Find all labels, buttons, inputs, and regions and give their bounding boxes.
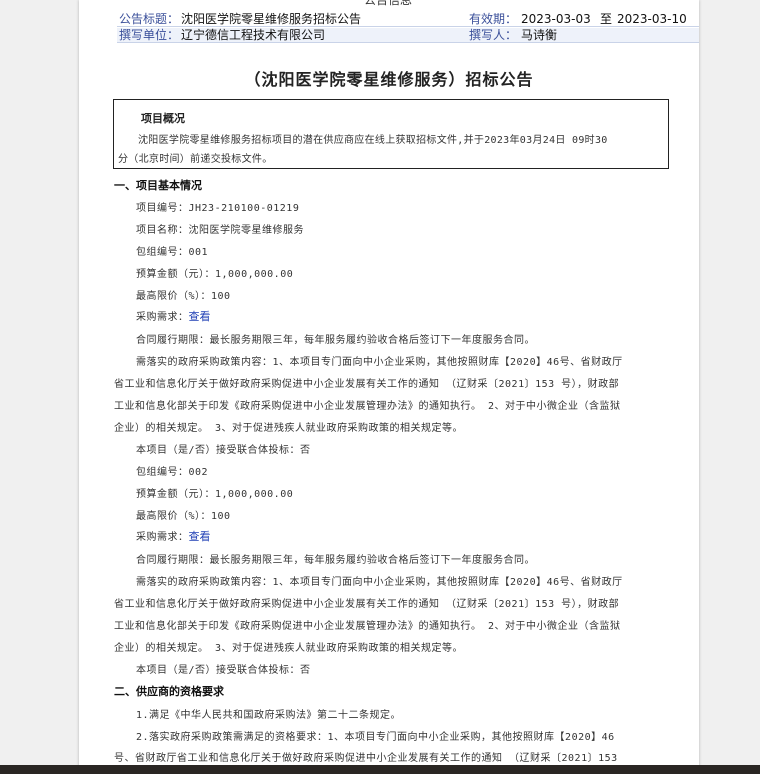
pkg1-number: 包组编号：001: [136, 247, 209, 258]
unit-label: 撰写单位：: [119, 28, 180, 42]
pkg1-policy-line-3: 工业和信息化部关于印发《政府采购促进中小企业发展管理办法》的通知执行。 2、对于…: [114, 401, 621, 412]
pkg1-term: 合同履行期限：最长服务期限三年，每年服务履约验收合格后签订下一年度服务合同。: [136, 335, 535, 346]
project-name: 项目名称：沈阳医学院零星维修服务: [136, 225, 304, 236]
pkg2-policy-line-1: 需落实的政府采购政策内容：1、本项目专门面向中小企业采购，其他按照财库【2020…: [136, 577, 623, 588]
pkg1-policy-line-2: 省工业和信息化厅关于做好政府采购促进中小企业发展有关工作的通知 （辽财采〔202…: [114, 379, 620, 390]
unit-value: 辽宁德信工程技术有限公司: [181, 28, 326, 42]
pkg2-budget: 预算金额（元）：1,000,000.00: [136, 489, 294, 500]
project-number: 项目编号：JH23-210100-01219: [136, 203, 300, 214]
section-2-heading: 二、供应商的资格要求: [114, 685, 224, 698]
window-bottom-bar: [0, 765, 760, 774]
pkg1-policy-line-4: 企业）的相关规定。 3、对于促进残疾人就业政府采购政策的相关规定等。: [114, 423, 464, 434]
section-1-heading: 一、项目基本情况: [114, 179, 202, 192]
valid-label: 有效期：: [469, 12, 518, 26]
valid-to: 2023-03-10: [617, 12, 687, 26]
pkg2-policy-line-3: 工业和信息化部关于印发《政府采购促进中小企业发展管理办法》的通知执行。 2、对于…: [114, 621, 621, 632]
pkg1-demand-label: 采购需求：: [136, 312, 189, 323]
qualification-item-2-line-1: 2.落实政府采购政策需满足的资格要求：1、本项目专门面向中小企业采购，其他按照财…: [136, 732, 615, 743]
author-value: 马诗衡: [521, 28, 558, 42]
pkg2-limit: 最高限价（%）：100: [136, 511, 231, 522]
pkg1-limit: 最高限价（%）：100: [136, 291, 231, 302]
qualification-item-2-line-2: 号、省财政厅省工业和信息化厅关于做好政府采购促进中小企业发展有关工作的通知 （辽…: [114, 753, 618, 764]
author-label: 撰写人：: [469, 28, 518, 42]
overview-box: 项目概况 沈阳医学院零星维修服务招标项目的潜在供应商应在线上获取招标文件,并于2…: [113, 99, 669, 169]
page-title: （沈阳医学院零星维修服务）招标公告: [244, 70, 534, 89]
pkg1-budget: 预算金额（元）：1,000,000.00: [136, 269, 294, 280]
document-page: 公告信息 公告标题： 沈阳医学院零星维修服务招标公告 有效期： 2023-03-…: [79, 0, 699, 774]
pkg1-consortium: 本项目（是/否）接受联合体投标：否: [136, 445, 311, 456]
page-header-cut: 公告信息: [364, 0, 413, 7]
pkg2-policy-line-2: 省工业和信息化厅关于做好政府采购促进中小企业发展有关工作的通知 （辽财采〔202…: [114, 599, 620, 610]
qualification-item-1: 1.满足《中华人民共和国政府采购法》第二十二条规定。: [136, 710, 402, 721]
pkg2-consortium: 本项目（是/否）接受联合体投标：否: [136, 665, 311, 676]
pkg2-demand-link[interactable]: 查看: [189, 530, 211, 543]
pkg1-demand: 采购需求：查看: [136, 308, 211, 324]
pkg2-demand: 采购需求：查看: [136, 528, 211, 544]
valid-from: 2023-03-03: [521, 12, 591, 26]
pkg1-demand-link[interactable]: 查看: [189, 310, 211, 323]
title-label: 公告标题：: [119, 12, 180, 26]
pkg2-policy-line-4: 企业）的相关规定。 3、对于促进残疾人就业政府采购政策的相关规定等。: [114, 643, 464, 654]
meta-row-title: 公告标题： 沈阳医学院零星维修服务招标公告 有效期： 2023-03-03 至 …: [117, 12, 699, 27]
pkg1-policy-line-1: 需落实的政府采购政策内容：1、本项目专门面向中小企业采购，其他按照财库【2020…: [136, 357, 623, 368]
pkg2-demand-label: 采购需求：: [136, 532, 189, 543]
pkg2-term: 合同履行期限：最长服务期限三年，每年服务履约验收合格后签订下一年度服务合同。: [136, 555, 535, 566]
valid-sep: 至: [600, 12, 613, 26]
overview-heading: 项目概况: [141, 112, 185, 125]
overview-line-1: 沈阳医学院零星维修服务招标项目的潜在供应商应在线上获取招标文件,并于2023年0…: [138, 135, 608, 146]
overview-line-2: 分（北京时间）前递交投标文件。: [118, 154, 273, 165]
meta-row-unit: 撰写单位： 辽宁德信工程技术有限公司 撰写人： 马诗衡: [117, 28, 699, 43]
pkg2-number: 包组编号：002: [136, 467, 209, 478]
title-value: 沈阳医学院零星维修服务招标公告: [181, 12, 362, 26]
